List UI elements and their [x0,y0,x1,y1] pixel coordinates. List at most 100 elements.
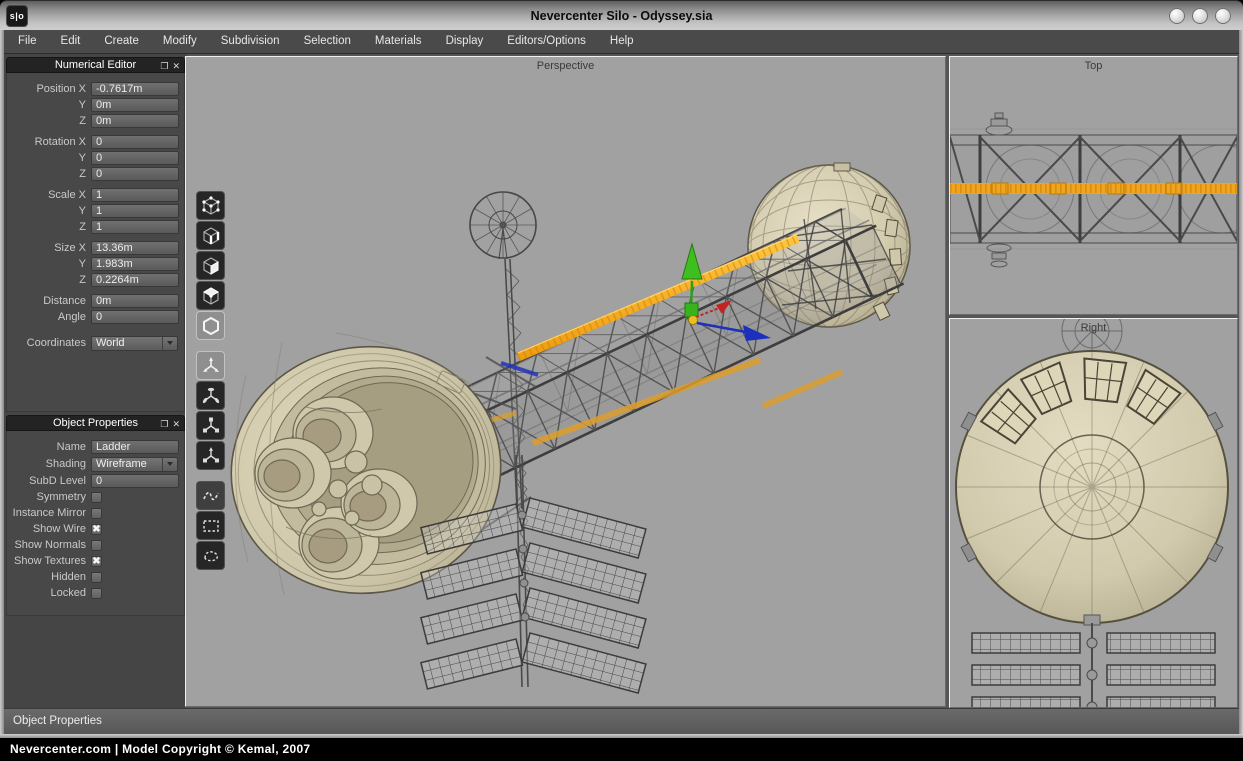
minimize-button[interactable] [1169,8,1185,24]
symmetry-label: Symmetry [7,491,91,503]
object-name-field[interactable] [91,440,179,454]
perspective-viewport-label: Perspective [186,60,945,72]
coordinates-dropdown[interactable]: World [91,336,178,351]
menu-file[interactable]: File [6,30,49,53]
freeform-select-button[interactable] [196,481,225,510]
size-y-field[interactable] [91,257,179,271]
locked-checkbox[interactable] [91,588,102,599]
instance-mirror-checkbox[interactable] [91,508,102,519]
position-z-label: Z [7,115,91,127]
subd-level-field[interactable] [91,474,179,488]
move-tool-button[interactable] [196,351,225,380]
instance-mirror-label: Instance Mirror [7,507,91,519]
menu-create[interactable]: Create [92,30,151,53]
show-textures-label: Show Textures [7,555,91,567]
top-viewport-label: Top [950,60,1237,72]
coordinates-dropdown-button[interactable] [162,337,177,350]
rotation-y-label: Y [7,152,91,164]
menu-edit[interactable]: Edit [49,30,93,53]
lasso-select-button[interactable] [196,541,225,570]
workspace: Numerical Editor ❐ ✕ Position X Y Z Rota… [0,54,1243,708]
panel-close-icon[interactable]: ✕ [172,420,180,429]
status-text: Object Properties [13,715,102,727]
distance-field[interactable] [91,294,179,308]
window-frame-bottom [0,734,1243,738]
show-wire-label: Show Wire [7,523,91,535]
chevron-down-icon [167,462,173,466]
lasso-select-icon [201,546,221,566]
numerical-editor-title: Numerical Editor [55,59,136,71]
move-tool-icon [201,356,221,376]
shading-dropdown[interactable]: Wireframe [91,457,178,472]
freeform-select-icon [201,486,221,506]
menu-display[interactable]: Display [434,30,496,53]
rotate-tool-button[interactable] [196,381,225,410]
angle-field[interactable] [91,310,179,324]
scale-x-field[interactable] [91,188,179,202]
multiselect-mode-button[interactable] [196,281,225,310]
window-controls [1169,8,1231,24]
maximize-button[interactable] [1192,8,1208,24]
vertex-mode-button[interactable] [196,191,225,220]
app-window: s|o Nevercenter Silo - Odyssey.sia File … [0,0,1243,761]
hidden-label: Hidden [7,571,91,583]
object-mode-icon [201,316,221,336]
edge-mode-button[interactable] [196,221,225,250]
panel-maximize-icon[interactable]: ❐ [160,420,168,429]
show-textures-checkbox[interactable]: ✖ [91,556,102,567]
position-y-label: Y [7,99,91,111]
position-y-field[interactable] [91,98,179,112]
top-viewport[interactable]: Top [949,56,1238,315]
object-mode-button[interactable] [196,311,225,340]
symmetry-checkbox[interactable] [91,492,102,503]
scale-z-label: Z [7,221,91,233]
show-normals-checkbox[interactable] [91,540,102,551]
size-x-field[interactable] [91,241,179,255]
position-x-field[interactable] [91,82,179,96]
size-y-label: Y [7,258,91,270]
hidden-checkbox[interactable] [91,572,102,583]
right-view-solar-array[interactable] [972,615,1215,707]
scale-y-field[interactable] [91,204,179,218]
rotation-x-field[interactable] [91,135,179,149]
show-wire-checkbox[interactable]: ✖ [91,524,102,535]
menu-modify[interactable]: Modify [151,30,209,53]
close-button[interactable] [1215,8,1231,24]
menu-selection[interactable]: Selection [292,30,363,53]
right-viewport-label: Right [950,322,1237,334]
shading-dropdown-button[interactable] [162,458,177,471]
numerical-editor-header[interactable]: Numerical Editor ❐ ✕ [6,57,185,73]
rectangle-select-button[interactable] [196,511,225,540]
panel-maximize-icon[interactable]: ❐ [160,62,168,71]
rotation-z-field[interactable] [91,167,179,181]
menu-help[interactable]: Help [598,30,646,53]
right-viewport[interactable]: Right [949,318,1238,708]
perspective-viewport[interactable]: Perspective [185,56,946,707]
object-properties-header[interactable]: Object Properties ❐ ✕ [6,415,185,431]
multiselect-mode-icon [201,286,221,306]
position-z-field[interactable] [91,114,179,128]
menu-subdivision[interactable]: Subdivision [209,30,292,53]
scale-tool-button[interactable] [196,411,225,440]
rotate-tool-icon [201,386,221,406]
menu-materials[interactable]: Materials [363,30,434,53]
shading-value: Wireframe [92,458,162,471]
universal-manipulator-button[interactable] [196,441,225,470]
face-mode-button[interactable] [196,251,225,280]
right-3d-canvas[interactable] [950,319,1237,707]
sidebar: Numerical Editor ❐ ✕ Position X Y Z Rota… [4,54,187,708]
universal-manipulator-icon [201,446,221,466]
panel-close-icon[interactable]: ✕ [172,62,180,71]
menu-editors-options[interactable]: Editors/Options [495,30,598,53]
perspective-3d-canvas[interactable] [186,57,945,706]
window-frame-left [0,30,4,734]
size-z-field[interactable] [91,273,179,287]
subd-level-label: SubD Level [7,475,91,487]
top-view-ladder[interactable] [950,183,1237,194]
scale-z-field[interactable] [91,220,179,234]
position-x-label: Position X [7,83,91,95]
rotation-y-field[interactable] [91,151,179,165]
window-frame-right [1239,30,1243,734]
top-3d-canvas[interactable] [950,57,1237,314]
right-view-sphere[interactable] [956,351,1228,623]
